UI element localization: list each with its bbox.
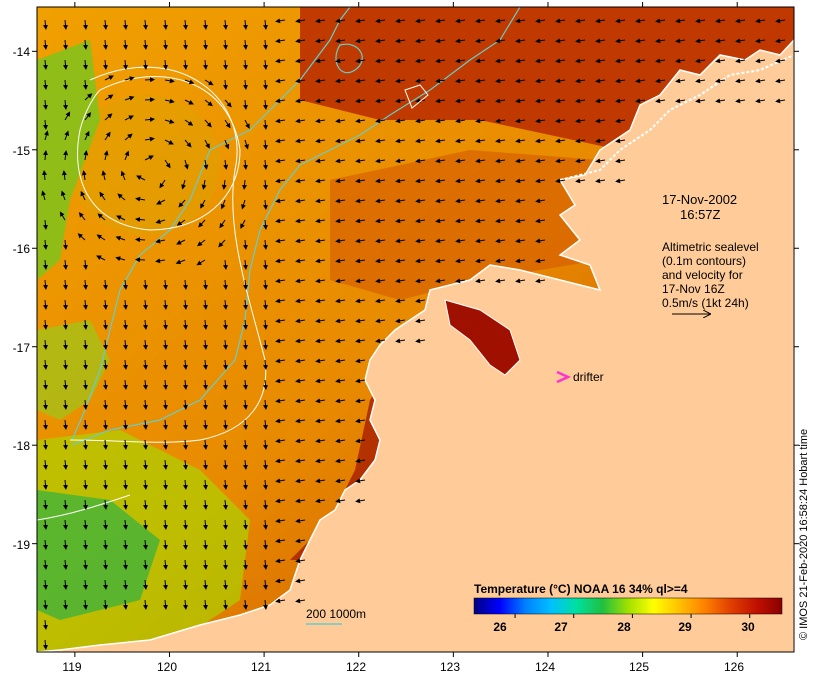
velocity-arrow — [144, 97, 155, 103]
credit-text: © IMOS 21-Feb-2020 16:58:24 Hobart time — [798, 428, 810, 640]
lon-tick: 119 — [62, 660, 82, 674]
colorbar-tick-label: 26 — [493, 620, 507, 634]
velocity-arrow — [135, 257, 146, 263]
drifter-label: drifter — [573, 370, 604, 384]
lat-tick: -16 — [12, 242, 30, 256]
colorbar-tick-label: 27 — [554, 620, 568, 634]
lat-tick: -15 — [12, 144, 30, 158]
lat-tick: -14 — [12, 45, 30, 59]
colorbar-tick-label: 29 — [678, 620, 692, 634]
lat-tick: -19 — [12, 538, 30, 552]
colorbar-title: Temperature (°C) NOAA 16 34% ql>=4 — [474, 582, 688, 596]
date-label: 17-Nov-2002 — [662, 192, 738, 207]
info-line: and velocity for — [662, 268, 743, 282]
lon-tick: 125 — [628, 660, 650, 674]
velocity-arrow — [135, 237, 146, 243]
colorbar-tick-label: 30 — [741, 620, 755, 634]
info-line: Altimetric sealevel — [662, 240, 759, 254]
lon-tick: 123 — [439, 660, 461, 674]
info-line: 0.5m/s (1kt 24h) — [662, 296, 749, 310]
lon-tick: 120 — [156, 660, 178, 674]
velocity-arrow — [144, 77, 155, 83]
colorbar — [473, 597, 783, 615]
lon-tick: 124 — [534, 660, 556, 674]
lat-tick: -17 — [12, 341, 30, 355]
colorbar-tick-label: 28 — [617, 620, 631, 634]
sst-map — [32, 2, 799, 657]
bathy-legend-label: 200 1000m — [306, 607, 367, 621]
info-line: 17-Nov 16Z — [662, 282, 725, 296]
lon-tick: 122 — [345, 660, 367, 674]
lon-tick: 126 — [723, 660, 745, 674]
info-line: (0.1m contours) — [662, 254, 747, 268]
time-label: 16:57Z — [680, 207, 721, 222]
lon-tick: 121 — [250, 660, 272, 674]
lat-tick: -18 — [12, 439, 30, 453]
